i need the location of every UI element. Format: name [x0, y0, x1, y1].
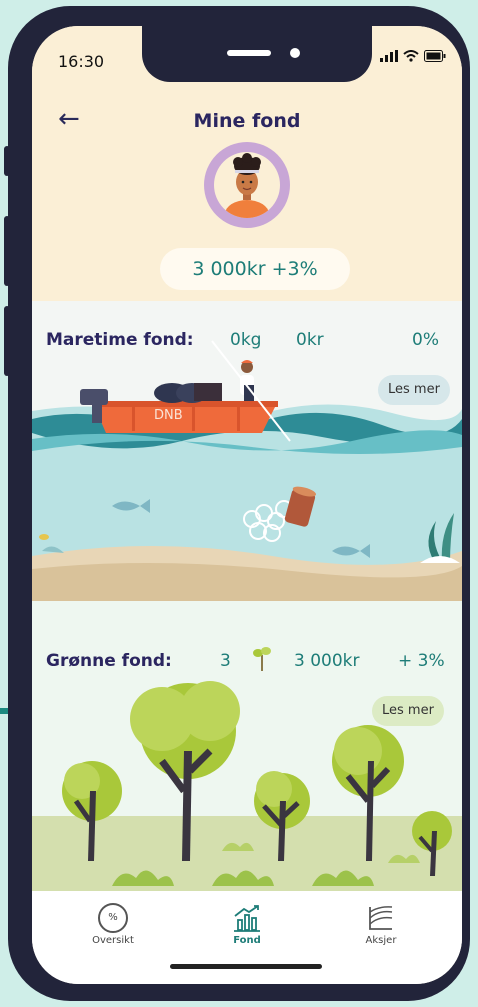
avatar-image: [214, 152, 280, 218]
marine-fund-title: Maretime fond:: [46, 330, 194, 350]
notch: [142, 26, 372, 82]
signal-icon: [380, 50, 398, 62]
tab-fond[interactable]: Fond: [202, 901, 292, 946]
tab-label: Fond: [233, 935, 261, 946]
balance-badge: 3 000kr +3%: [160, 248, 350, 290]
tab-oversikt[interactable]: % Oversikt: [68, 901, 158, 946]
battery-icon: [424, 50, 446, 62]
marine-read-more-button[interactable]: Les mer: [378, 375, 450, 405]
boat-label: DNB: [154, 408, 183, 423]
green-fund-section[interactable]: Grønne fond: 3 3 000kr + 3% Les mer: [32, 601, 462, 891]
green-read-more-button[interactable]: Les mer: [372, 696, 444, 726]
volume-down-button: [4, 306, 10, 376]
marine-fund-percent: 0%: [412, 330, 439, 350]
percent-icon: %: [98, 903, 128, 933]
green-fund-count: 3: [220, 651, 231, 671]
status-time: 16:30: [58, 52, 105, 71]
wifi-icon: [403, 50, 419, 62]
status-icons: [380, 50, 446, 62]
marine-fund-kr: 0kr: [296, 330, 324, 350]
speaker: [227, 50, 271, 56]
tab-aksjer[interactable]: Aksjer: [336, 901, 426, 946]
marine-fund-kg: 0kg: [230, 330, 262, 350]
tab-bar: % Oversikt Fond Aksjer: [32, 891, 462, 984]
tab-label: Oversikt: [92, 935, 134, 946]
mute-switch: [4, 146, 10, 176]
forest-illustration: [32, 681, 462, 891]
home-indicator[interactable]: [170, 964, 322, 969]
marine-fund-section[interactable]: Maretime fond: 0kg 0kr 0% DNB Les mer: [32, 301, 462, 601]
avatar[interactable]: [204, 142, 290, 228]
green-fund-percent: + 3%: [398, 651, 445, 671]
volume-up-button: [4, 216, 10, 286]
phone-frame: ← Mine fond 3 000kr +3% 16:30 Maretime f…: [4, 6, 470, 1001]
tab-label: Aksjer: [365, 935, 397, 946]
screen: ← Mine fond 3 000kr +3% 16:30 Maretime f…: [32, 26, 462, 984]
camera: [290, 48, 300, 58]
sprout-icon: [253, 647, 271, 671]
chart-icon: [234, 905, 260, 932]
stocks-icon: [369, 906, 393, 930]
page-title: Mine fond: [193, 110, 301, 132]
green-fund-title: Grønne fond:: [46, 651, 172, 671]
green-fund-kr: 3 000kr: [294, 651, 360, 671]
